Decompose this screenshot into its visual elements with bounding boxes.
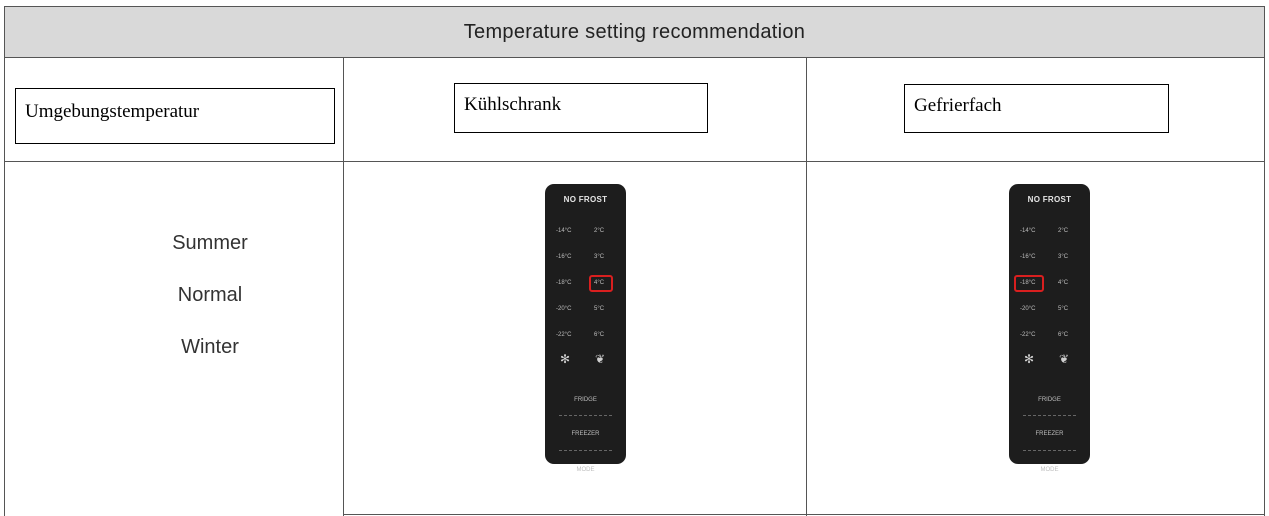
divider [559,450,612,451]
freezer-temp: -14°C [556,228,572,234]
panel-brand: NO FROST [1027,195,1072,204]
season-list: Summer Normal Winter [160,232,260,388]
freezer-button: FREEZER [1035,431,1064,437]
grid-line [1264,58,1265,516]
grid-line [4,161,1265,162]
grid-line [4,58,5,516]
freezer-control-panel: NO FROST -14°C 2°C -16°C 3°C -18°C 4°C -… [1009,184,1090,464]
fridge-temp: 6°C [594,332,605,338]
vacation-icon: ❦ [1059,352,1070,366]
mode-button: MODE [1040,467,1059,473]
mode-button: MODE [576,467,595,473]
table-title: Temperature setting recommendation [463,21,806,43]
grid-line [806,58,807,516]
vacation-icon: ❦ [595,352,606,366]
snowflake-icon: ✻ [560,352,571,366]
fridge-temp: 6°C [1058,332,1069,338]
fridge-temp: 5°C [594,306,605,312]
table-title-row: Temperature setting recommendation [4,6,1265,58]
divider [1023,450,1076,451]
season-winter: Winter [181,336,239,358]
freezer-temp: -14°C [1020,228,1036,234]
freezer-temp: -18°C [556,280,572,286]
freezer-temp: -22°C [1020,332,1036,338]
fridge-temp: 2°C [1058,228,1069,234]
fridge-header: Kühlschrank [454,83,708,133]
snowflake-icon: ✻ [1024,352,1035,366]
fridge-temp: 2°C [594,228,605,234]
panel-brand: NO FROST [563,195,608,204]
fridge-temp: 3°C [594,254,605,260]
grid-line [343,58,344,516]
fridge-button: FRIDGE [1038,397,1061,403]
freezer-temp: -20°C [556,306,572,312]
divider [559,415,612,416]
season-summer: Summer [172,232,248,254]
divider [1023,415,1076,416]
grid-line [343,514,1265,515]
freezer-temp: -16°C [1020,254,1036,260]
selected-highlight [589,275,613,292]
freezer-temp: -20°C [1020,306,1036,312]
fridge-temp: 3°C [1058,254,1069,260]
selected-highlight [1014,275,1044,292]
freezer-header: Gefrierfach [904,84,1169,133]
season-normal: Normal [177,284,243,306]
ambient-header: Umgebungstemperatur [15,88,335,144]
freezer-button: FREEZER [571,431,600,437]
freezer-temp: -16°C [556,254,572,260]
fridge-temp: 5°C [1058,306,1069,312]
fridge-temp: 4°C [1058,280,1069,286]
fridge-control-panel: NO FROST -14°C 2°C -16°C 3°C -18°C 4°C -… [545,184,626,464]
fridge-button: FRIDGE [574,397,597,403]
recommendation-table: Temperature setting recommendation Umgeb… [0,0,1269,516]
freezer-temp: -22°C [556,332,572,338]
